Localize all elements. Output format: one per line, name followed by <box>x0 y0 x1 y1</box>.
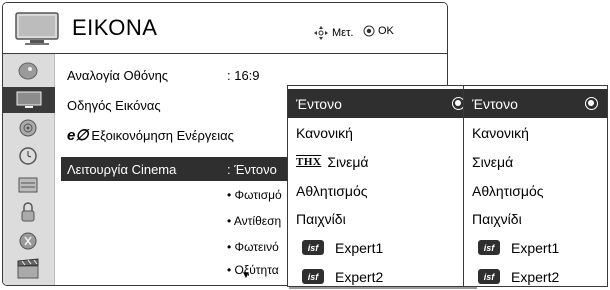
aspect-ratio-value: : 16:9 <box>227 68 260 83</box>
energy-saving-row[interactable]: e∅ Εξοικονόμηση Ενέργειας <box>67 126 234 144</box>
isf-logo-icon: isf <box>302 269 324 284</box>
dropdown-option-expert1[interactable]: isf Expert1 <box>288 233 474 262</box>
option-label: Αθλητισμός <box>472 182 544 199</box>
lock-options-icon[interactable] <box>13 173 43 195</box>
cinema-clapper-icon[interactable] <box>13 258 43 280</box>
option-label: Expert1 <box>511 239 560 256</box>
dropdown-option-standard[interactable]: Κανονική <box>464 118 607 147</box>
dropdown-option-cinema[interactable]: THX Σινεμά <box>288 147 474 176</box>
dropdown-option-vivid[interactable]: Έντονο <box>288 89 474 118</box>
option-label: Κανονική <box>296 124 353 141</box>
energy-saving-icon: e∅ <box>67 127 89 144</box>
menu-title: ΕΙΚΟΝΑ <box>72 15 158 40</box>
option-label: Σινεμά <box>327 153 369 170</box>
cinema-mode-label: Λειτουργία Cinema <box>67 162 177 177</box>
contrast-sub-item[interactable]: • Αντίθεση <box>227 214 281 228</box>
usb-icon[interactable] <box>13 230 43 252</box>
satellite-dish-icon[interactable] <box>13 60 43 82</box>
thx-logo-icon: THX <box>296 155 322 168</box>
option-label: Παιχνίδι <box>472 210 522 227</box>
dropdown-option-expert1[interactable]: isf Expert1 <box>464 233 607 262</box>
ok-hint: OK <box>363 25 394 37</box>
option-label: Αθλητισμός <box>296 182 368 199</box>
cinema-mode-value: : Έντονο <box>227 162 277 177</box>
move-hint-label: Μετ. <box>332 27 354 39</box>
picture-mode-dropdown-alt: Έντονο Κανονική Σινεμά Αθλητισμός Παιχνί… <box>463 85 608 287</box>
isf-logo-icon: isf <box>478 269 500 284</box>
tv-icon <box>15 12 59 45</box>
option-label: Κανονική <box>472 124 529 141</box>
ok-button-icon <box>363 25 375 37</box>
selected-radio-icon <box>585 97 598 110</box>
option-label: Expert1 <box>335 239 384 256</box>
picture-wizard-row[interactable]: Οδηγός Εικόνας <box>67 98 161 113</box>
brightness-sub-item[interactable]: • Φωτεινό <box>227 240 279 254</box>
aspect-ratio-row[interactable]: Αναλογία Οθόνης : 16:9 <box>67 68 260 83</box>
aspect-ratio-label: Αναλογία Οθόνης <box>67 68 169 83</box>
lock-icon[interactable] <box>13 201 43 223</box>
dropdown-option-sport[interactable]: Αθλητισμός <box>288 176 474 205</box>
picture-wizard-label: Οδηγός Εικόνας <box>67 98 161 113</box>
option-label: Expert2 <box>335 268 384 285</box>
isf-logo-icon: isf <box>302 240 324 255</box>
option-label: Expert2 <box>511 268 560 285</box>
dropdown-option-sport[interactable]: Αθλητισμός <box>464 176 607 205</box>
dropdown-option-game[interactable]: Παιχνίδι <box>288 204 474 233</box>
dropdown-option-expert2[interactable]: isf Expert2 <box>288 262 474 290</box>
dropdown-option-game[interactable]: Παιχνίδι <box>464 204 607 233</box>
dpad-icon <box>314 26 328 40</box>
clock-icon[interactable] <box>13 145 43 167</box>
dropdown-option-vivid[interactable]: Έντονο <box>464 89 607 118</box>
dropdown-option-expert2[interactable]: isf Expert2 <box>464 262 607 290</box>
dropdown-option-cinema[interactable]: Σινεμά <box>464 147 607 176</box>
picture-mode-dropdown: Έντονο Κανονική THX Σινεμά Αθλητισμός Πα… <box>287 85 475 287</box>
dropdown-option-standard[interactable]: Κανονική <box>288 118 474 147</box>
option-label: Έντονο <box>472 95 518 112</box>
energy-saving-label: Εξοικονόμηση Ενέργειας <box>91 128 234 143</box>
option-label: Σινεμά <box>472 153 514 170</box>
scroll-down-arrow-icon[interactable]: ▼ <box>241 270 251 281</box>
picture-icon[interactable] <box>3 87 55 113</box>
sharpness-sub-item[interactable]: • Οξύτητα <box>227 263 279 277</box>
ok-hint-label: OK <box>378 25 394 37</box>
option-label: Παιχνίδι <box>296 210 346 227</box>
audio-icon[interactable] <box>13 117 43 139</box>
move-hint: Μετ. <box>313 25 353 41</box>
category-sidebar <box>3 54 55 285</box>
menu-header: ΕΙΚΟΝΑ Μετ. OK <box>3 3 447 54</box>
backlight-sub-item[interactable]: • Φωτισμό <box>227 188 282 202</box>
option-label: Έντονο <box>296 95 342 112</box>
isf-logo-icon: isf <box>478 240 500 255</box>
